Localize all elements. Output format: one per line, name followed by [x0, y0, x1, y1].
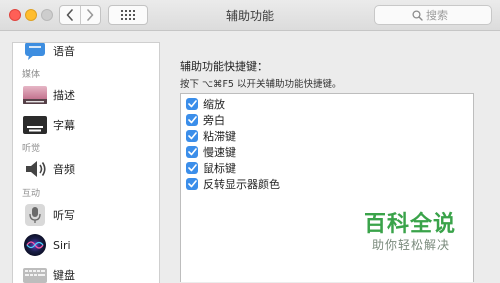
checkbox-checked-icon[interactable]	[186, 161, 198, 174]
option-label: 旁白	[203, 113, 225, 127]
option-zoom[interactable]: 缩放	[186, 96, 225, 111]
sidebar-item-label: 键盘	[53, 269, 75, 282]
keyboard-icon	[22, 263, 48, 283]
siri-icon	[22, 233, 48, 257]
sidebar-item-label: 描述	[53, 89, 75, 102]
sidebar-item-label: 音频	[53, 163, 75, 176]
video-thumbnail-icon	[22, 83, 48, 107]
close-window-button[interactable]	[9, 9, 21, 21]
option-label: 反转显示器颜色	[203, 177, 280, 191]
sidebar-item-label: Siri	[53, 238, 71, 252]
watermark-title: 百科全说	[364, 212, 457, 237]
sidebar-item-siri[interactable]: Siri	[13, 230, 159, 260]
forward-button[interactable]	[79, 6, 101, 24]
search-input[interactable]	[426, 8, 454, 22]
sidebar-group-media: 媒体	[22, 70, 41, 80]
sidebar-item-label: 听写	[53, 209, 75, 222]
speaker-icon	[22, 157, 48, 181]
minimize-window-button[interactable]	[25, 9, 37, 21]
grid-icon	[121, 10, 135, 20]
show-all-button[interactable]	[108, 5, 148, 25]
checkbox-checked-icon[interactable]	[186, 145, 198, 158]
title-bar: 辅助功能	[0, 0, 500, 31]
checkbox-checked-icon[interactable]	[186, 177, 198, 190]
sidebar-group-interaction: 互动	[22, 189, 41, 199]
window-title: 辅助功能	[225, 9, 274, 23]
sidebar-item-label: 字幕	[53, 119, 75, 132]
option-label: 鼠标键	[203, 161, 236, 175]
option-invert-colors[interactable]: 反转显示器颜色	[186, 176, 280, 191]
option-mouse-keys[interactable]: 鼠标键	[186, 160, 236, 175]
sidebar-item-description[interactable]: 描述	[13, 80, 159, 110]
option-sticky-keys[interactable]: 粘滞键	[186, 128, 236, 143]
speech-bubble-icon	[22, 43, 48, 63]
option-voiceover[interactable]: 旁白	[186, 112, 225, 127]
chevron-left-icon	[66, 9, 73, 21]
sidebar: 语音 媒体 描述 字幕 听觉 音频 互动 听写 Siri 键盘	[12, 42, 160, 283]
shortcut-section-title: 辅助功能快捷键：	[180, 60, 268, 73]
watermark-subtitle: 助你轻松解决	[372, 238, 451, 252]
captions-icon	[22, 113, 48, 137]
sidebar-item-captions[interactable]: 字幕	[13, 110, 159, 140]
option-label: 粘滞键	[203, 129, 236, 143]
shortcut-hint: 按下 ⌥⌘F5 以开关辅助功能快捷键。	[180, 79, 342, 90]
search-icon	[412, 9, 423, 21]
navigation-buttons	[59, 5, 101, 25]
option-slow-keys[interactable]: 慢速键	[186, 144, 236, 159]
back-button[interactable]	[60, 6, 80, 24]
microphone-icon	[22, 203, 48, 227]
checkbox-checked-icon[interactable]	[186, 97, 198, 110]
option-label: 缩放	[203, 97, 225, 111]
sidebar-item-keyboard[interactable]: 键盘	[13, 260, 159, 283]
sidebar-item-dictation[interactable]: 听写	[13, 200, 159, 230]
checkbox-checked-icon[interactable]	[186, 129, 198, 142]
option-label: 慢速键	[203, 145, 236, 159]
shortcut-options-list: 缩放 旁白 粘滞键 慢速键 鼠标键 反转显示器颜色	[180, 93, 474, 282]
checkbox-checked-icon[interactable]	[186, 113, 198, 126]
sidebar-item-audio[interactable]: 音频	[13, 154, 159, 184]
zoom-window-button[interactable]	[41, 9, 53, 21]
sidebar-item-voice[interactable]: 语音	[13, 43, 159, 66]
chevron-right-icon	[87, 9, 94, 21]
search-field[interactable]	[374, 5, 492, 25]
sidebar-item-label: 语音	[53, 45, 75, 58]
sidebar-group-hearing: 听觉	[22, 144, 41, 154]
